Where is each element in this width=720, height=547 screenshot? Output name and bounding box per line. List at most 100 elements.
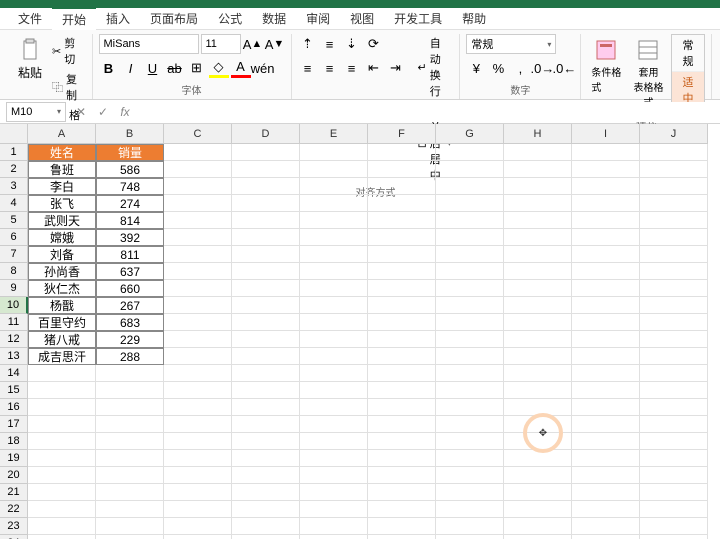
cell-C8[interactable]	[164, 263, 232, 280]
cell-I17[interactable]	[572, 416, 640, 433]
cell-E10[interactable]	[300, 297, 368, 314]
cell-C13[interactable]	[164, 348, 232, 365]
cell-H10[interactable]	[504, 297, 572, 314]
cell-F19[interactable]	[368, 450, 436, 467]
cut-button[interactable]: ✂剪切	[50, 34, 86, 68]
cell-B7[interactable]: 811	[96, 246, 164, 263]
fx-button[interactable]: fx	[116, 103, 134, 121]
cell-B13[interactable]: 288	[96, 348, 164, 365]
cell-E7[interactable]	[300, 246, 368, 263]
cell-B5[interactable]: 814	[96, 212, 164, 229]
cell-D7[interactable]	[232, 246, 300, 263]
row-header-10[interactable]: 10	[0, 297, 28, 314]
cell-E17[interactable]	[300, 416, 368, 433]
cell-D19[interactable]	[232, 450, 300, 467]
cell-G17[interactable]	[436, 416, 504, 433]
row-header-17[interactable]: 17	[0, 416, 28, 433]
cell-E1[interactable]	[300, 144, 368, 161]
align-left-button[interactable]: ≡	[298, 58, 318, 78]
row-header-11[interactable]: 11	[0, 314, 28, 331]
cell-I19[interactable]	[572, 450, 640, 467]
cell-J14[interactable]	[640, 365, 708, 382]
cell-D13[interactable]	[232, 348, 300, 365]
cell-F14[interactable]	[368, 365, 436, 382]
cell-I22[interactable]	[572, 501, 640, 518]
font-name-select[interactable]	[99, 34, 199, 54]
col-header-J[interactable]: J	[640, 124, 708, 144]
cell-A18[interactable]	[28, 433, 96, 450]
row-header-20[interactable]: 20	[0, 467, 28, 484]
row-header-18[interactable]: 18	[0, 433, 28, 450]
cell-D11[interactable]	[232, 314, 300, 331]
menu-帮助[interactable]: 帮助	[452, 8, 496, 29]
cell-A4[interactable]: 张飞	[28, 195, 96, 212]
cell-D1[interactable]	[232, 144, 300, 161]
cell-H8[interactable]	[504, 263, 572, 280]
cell-C3[interactable]	[164, 178, 232, 195]
cell-J9[interactable]	[640, 280, 708, 297]
cell-J7[interactable]	[640, 246, 708, 263]
cell-F17[interactable]	[368, 416, 436, 433]
row-header-22[interactable]: 22	[0, 501, 28, 518]
cell-I1[interactable]	[572, 144, 640, 161]
cell-C9[interactable]	[164, 280, 232, 297]
col-header-D[interactable]: D	[232, 124, 300, 144]
cell-B14[interactable]	[96, 365, 164, 382]
cell-E13[interactable]	[300, 348, 368, 365]
fill-color-button[interactable]: ◇	[209, 58, 229, 78]
cell-A14[interactable]	[28, 365, 96, 382]
cell-F4[interactable]	[368, 195, 436, 212]
cell-H14[interactable]	[504, 365, 572, 382]
cell-G8[interactable]	[436, 263, 504, 280]
cell-H20[interactable]	[504, 467, 572, 484]
font-color-button[interactable]: A	[231, 58, 251, 78]
cancel-fx-button[interactable]: ✕	[72, 103, 90, 121]
row-header-24[interactable]: 24	[0, 535, 28, 539]
cell-B15[interactable]	[96, 382, 164, 399]
cell-E3[interactable]	[300, 178, 368, 195]
cell-F8[interactable]	[368, 263, 436, 280]
cell-B16[interactable]	[96, 399, 164, 416]
cell-B1[interactable]: 销量	[96, 144, 164, 161]
cell-A11[interactable]: 百里守约	[28, 314, 96, 331]
cell-J20[interactable]	[640, 467, 708, 484]
cell-A22[interactable]	[28, 501, 96, 518]
orientation-button[interactable]: ⟳	[364, 34, 384, 54]
cell-E15[interactable]	[300, 382, 368, 399]
row-header-16[interactable]: 16	[0, 399, 28, 416]
cell-B11[interactable]: 683	[96, 314, 164, 331]
cell-A9[interactable]: 狄仁杰	[28, 280, 96, 297]
row-header-9[interactable]: 9	[0, 280, 28, 297]
cell-E21[interactable]	[300, 484, 368, 501]
cell-E14[interactable]	[300, 365, 368, 382]
cell-A10[interactable]: 杨戬	[28, 297, 96, 314]
row-header-2[interactable]: 2	[0, 161, 28, 178]
menu-开始[interactable]: 开始	[52, 7, 96, 30]
cell-A1[interactable]: 姓名	[28, 144, 96, 161]
cell-E5[interactable]	[300, 212, 368, 229]
phonetic-button[interactable]: wén	[253, 58, 273, 78]
cell-I21[interactable]	[572, 484, 640, 501]
cell-J8[interactable]	[640, 263, 708, 280]
menu-公式[interactable]: 公式	[208, 8, 252, 29]
cell-I24[interactable]	[572, 535, 640, 539]
cell-H24[interactable]	[504, 535, 572, 539]
cell-G13[interactable]	[436, 348, 504, 365]
cell-C23[interactable]	[164, 518, 232, 535]
cell-I3[interactable]	[572, 178, 640, 195]
cell-C7[interactable]	[164, 246, 232, 263]
comma-button[interactable]: ,	[510, 58, 530, 78]
cell-A13[interactable]: 成吉思汗	[28, 348, 96, 365]
cell-E6[interactable]	[300, 229, 368, 246]
increase-decimal-button[interactable]: .0→	[532, 58, 552, 78]
cell-H2[interactable]	[504, 161, 572, 178]
cell-G24[interactable]	[436, 535, 504, 539]
row-header-3[interactable]: 3	[0, 178, 28, 195]
cell-J6[interactable]	[640, 229, 708, 246]
cell-F22[interactable]	[368, 501, 436, 518]
cell-F23[interactable]	[368, 518, 436, 535]
cell-F9[interactable]	[368, 280, 436, 297]
cell-D22[interactable]	[232, 501, 300, 518]
cell-J11[interactable]	[640, 314, 708, 331]
cell-D24[interactable]	[232, 535, 300, 539]
